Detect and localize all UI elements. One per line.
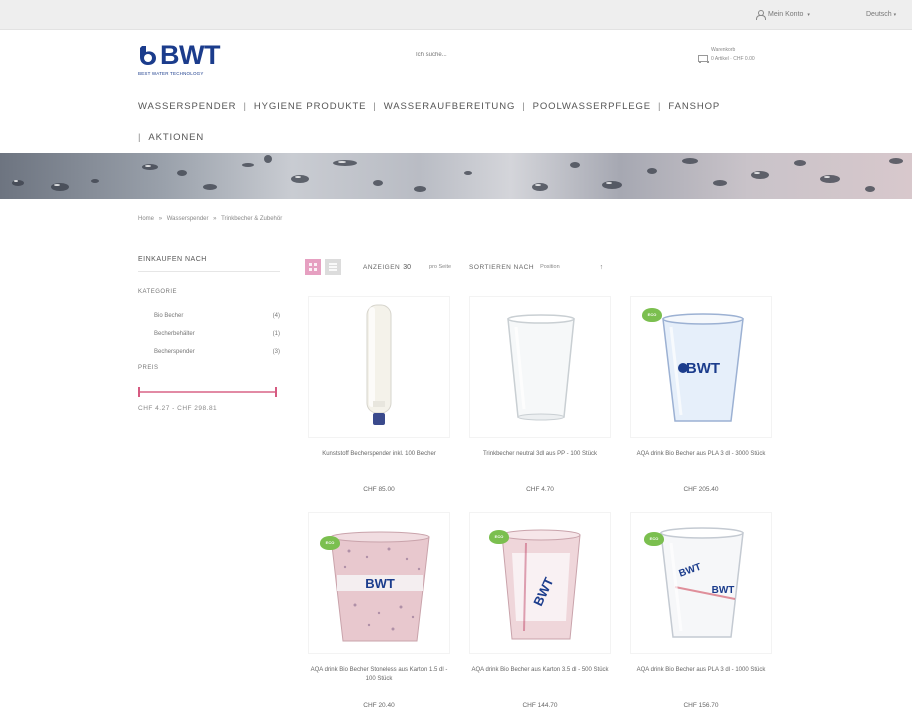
product-image[interactable]: BWT — [308, 512, 450, 654]
show-label: ANZEIGEN — [363, 263, 401, 271]
account-link[interactable]: Mein Konto ▾ — [756, 10, 810, 20]
cart-icon — [697, 54, 709, 63]
breadcrumb-wasserspender[interactable]: Wasserspender — [167, 216, 209, 222]
nav-item-wasserspender[interactable]: WASSERSPENDER — [138, 101, 236, 112]
grid-icon — [309, 263, 317, 271]
cart-summary: 0 Artikel · CHF 0.00 — [711, 55, 755, 62]
language-selector[interactable]: Deutsch ▾ — [866, 11, 896, 18]
cup-dispenser-image — [366, 304, 392, 425]
product-image[interactable] — [308, 296, 450, 438]
category-count: (4) — [272, 313, 280, 319]
nav-separator: | — [658, 100, 662, 112]
search-input[interactable] — [416, 47, 566, 63]
eco-badge: ECO — [320, 536, 340, 550]
category-count: (3) — [272, 349, 280, 355]
price-min: CHF 4.27 — [138, 405, 170, 412]
sort-label: SORTIEREN NACH — [469, 263, 535, 271]
price-max: CHF 298.81 — [177, 405, 218, 412]
slider-track — [138, 391, 276, 393]
top-bar: Mein Konto ▾ Deutsch ▾ — [0, 0, 912, 30]
logo-mark-icon — [140, 46, 156, 65]
logo-tagline: BEST WATER TECHNOLOGY — [138, 71, 204, 76]
product-name[interactable]: AQA drink Bio Becher aus PLA 3 dl - 1000… — [630, 666, 772, 675]
filter-sidebar: EINKAUFEN NACH KATEGORIE Bio Becher (4) … — [138, 256, 280, 412]
category-count: (1) — [272, 331, 280, 337]
pink-speckle-cup-image: BWT — [330, 531, 430, 642]
list-icon — [329, 263, 337, 271]
category-label: Bio Becher — [154, 313, 184, 319]
price-range-text: CHF 4.27 - CHF 298.81 — [138, 405, 280, 412]
breadcrumb-separator: » — [158, 216, 163, 222]
nav-item-aktionen[interactable]: AKTIONEN — [148, 132, 204, 143]
category-label: Becherbehälter — [154, 331, 195, 337]
sort-select[interactable]: Position — [540, 264, 560, 270]
nav-separator: | — [522, 100, 526, 112]
breadcrumb-home[interactable]: Home — [138, 216, 154, 222]
logo-brand: BWT — [160, 40, 220, 70]
nav-separator: | — [373, 100, 377, 112]
product-price: CHF 20.40 — [363, 702, 395, 709]
product-name[interactable]: AQA drink Bio Becher Stoneless aus Karto… — [308, 666, 450, 684]
svg-text:BWT: BWT — [365, 576, 395, 591]
clear-cup-image — [507, 314, 575, 421]
product-price: CHF 4.70 — [526, 486, 554, 493]
product-name[interactable]: AQA drink Bio Becher aus PLA 3 dl - 3000… — [630, 450, 772, 459]
chevron-down-icon: ▾ — [893, 12, 897, 18]
product-image[interactable] — [469, 296, 611, 438]
page-size-select[interactable]: 30 — [403, 264, 411, 271]
breadcrumb-current: Trinkbecher & Zubehör — [221, 216, 283, 222]
product-price: CHF 85.00 — [363, 486, 395, 493]
slider-handle-max[interactable] — [275, 387, 277, 397]
grid-view-button[interactable] — [305, 259, 321, 275]
product-grid: Kunststoff Becherspender inkl. 100 Beche… — [308, 296, 788, 709]
language-label: Deutsch — [866, 11, 892, 18]
product-price: CHF 205.40 — [683, 486, 719, 493]
water-drops-banner — [0, 153, 912, 199]
cart-label: Warenkorb — [711, 47, 736, 53]
filter-price-label: PREIS — [138, 365, 159, 371]
breadcrumb: Home » Wasserspender » Trinkbecher & Zub… — [138, 216, 285, 222]
category-list: Bio Becher (4) Becherbehälter (1) Becher… — [138, 307, 280, 361]
nav-item-fanshop[interactable]: FANSHOP — [668, 101, 720, 112]
filter-title: EINKAUFEN NACH — [138, 256, 280, 272]
price-range-slider[interactable] — [138, 387, 278, 397]
nav-item-wasseraufbereitung[interactable]: WASSERAUFBEREITUNG — [384, 101, 515, 112]
sort-direction-icon[interactable]: ↑ — [600, 264, 604, 271]
category-item-becherbehaelter[interactable]: Becherbehälter (1) — [138, 325, 280, 343]
water-drops-image — [12, 155, 903, 192]
nav-separator: | — [243, 100, 247, 112]
product-name[interactable]: Trinkbecher neutral 3dl aus PP - 100 Stü… — [469, 450, 611, 459]
user-icon — [756, 10, 766, 20]
list-view-button[interactable] — [325, 259, 341, 275]
breadcrumb-separator: » — [213, 216, 217, 222]
svg-text:BWT: BWT — [686, 360, 720, 377]
filter-category-label: KATEGORIE — [138, 289, 178, 295]
product-price: CHF 144.70 — [522, 702, 558, 709]
mini-cart[interactable]: Warenkorb 0 Artikel · CHF 0.00 — [697, 46, 755, 63]
category-item-bio-becher[interactable]: Bio Becher (4) — [138, 307, 280, 325]
nav-item-hygiene-produkte[interactable]: HYGIENE PRODUKTE — [254, 101, 367, 112]
eco-badge: ECO — [489, 530, 509, 544]
per-page-label: pro Seite — [429, 264, 452, 270]
product-toolbar: ANZEIGEN 30 pro Seite SORTIEREN NACH Pos… — [305, 257, 775, 277]
chevron-down-icon: ▾ — [807, 11, 810, 18]
category-label: Becherspender — [154, 349, 195, 355]
account-label: Mein Konto — [768, 11, 804, 18]
product-price: CHF 156.70 — [683, 702, 719, 709]
eco-badge: ECO — [644, 532, 664, 546]
main-navigation: WASSERSPENDER | HYGIENE PRODUKTE | WASSE… — [138, 99, 778, 161]
nav-separator: | — [138, 131, 142, 143]
category-item-becherspender[interactable]: Becherspender (3) — [138, 343, 280, 361]
eco-badge: ECO — [642, 308, 662, 322]
nav-item-poolwasserpflege[interactable]: POOLWASSERPFLEGE — [533, 101, 651, 112]
product-name[interactable]: AQA drink Bio Becher aus Karton 3.5 dl -… — [469, 666, 611, 675]
slider-handle-min[interactable] — [138, 387, 140, 397]
product-name[interactable]: Kunststoff Becherspender inkl. 100 Beche… — [308, 450, 450, 459]
bwt-logo[interactable]: BWT BEST WATER TECHNOLOGY — [138, 42, 238, 82]
